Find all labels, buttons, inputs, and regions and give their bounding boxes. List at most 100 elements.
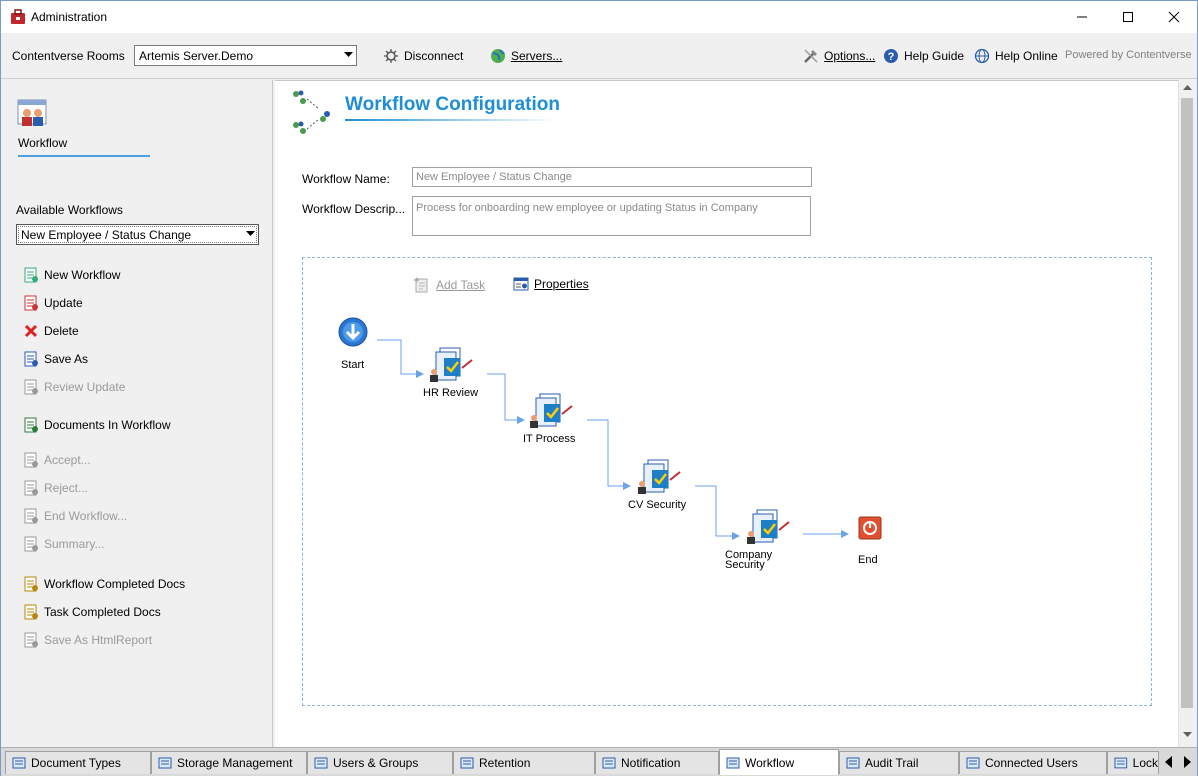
node-it-process-label: IT Process <box>523 433 576 445</box>
action-accept[interactable]: Accept... <box>23 451 91 469</box>
minimize-button[interactable] <box>1059 1 1105 33</box>
tab-scroll-left-icon[interactable] <box>1161 753 1177 771</box>
left-panel: Workflow Available Workflows New Employe… <box>1 80 273 747</box>
tab-icon <box>314 757 328 769</box>
vertical-scrollbar[interactable] <box>1178 80 1195 747</box>
node-it-process[interactable]: IT Process <box>523 392 578 445</box>
help-online-label: Help Online <box>995 49 1058 63</box>
help-icon: ? <box>884 49 898 63</box>
node-hr-review[interactable]: HR Review <box>423 346 478 399</box>
scroll-down-icon[interactable] <box>1183 732 1192 738</box>
action-label: Summary... <box>44 537 105 551</box>
servers-label: Servers... <box>511 49 563 63</box>
action-summary[interactable]: Summary... <box>23 535 104 553</box>
action-label: Reject... <box>44 481 89 495</box>
maximize-button[interactable] <box>1105 1 1151 33</box>
tab-users-groups[interactable]: Users & Groups <box>307 751 453 774</box>
workflow-diagram-canvas[interactable]: Add Task Properties Start HR Review IT P… <box>302 257 1152 706</box>
action-new-workflow[interactable]: New Workflow <box>23 266 120 284</box>
workflow-completed-icon <box>24 576 38 592</box>
action-label: New Workflow <box>44 268 121 282</box>
action-update[interactable]: Update <box>23 294 83 312</box>
update-icon <box>24 295 38 311</box>
task-icon <box>747 509 790 544</box>
maximize-icon <box>1123 12 1133 22</box>
disconnect-button[interactable]: Disconnect <box>383 45 463 67</box>
bottom-tab-bar: Document Types Storage Management Users & … <box>1 747 1197 776</box>
close-button[interactable] <box>1151 1 1197 33</box>
documents-in-workflow-icon <box>24 417 38 433</box>
action-workflow-completed-docs[interactable]: Workflow Completed Docs <box>23 575 185 593</box>
scroll-thumb[interactable] <box>1181 98 1193 708</box>
action-documents-in-workflow[interactable]: Documents In Workflow <box>23 416 171 434</box>
new-workflow-icon <box>24 267 38 283</box>
tab-label: Notification <box>621 756 681 770</box>
node-start-label: Start <box>341 359 365 371</box>
tab-label: Connected Users <box>985 756 1078 770</box>
action-label: End Workflow... <box>44 509 128 523</box>
workflow-description-field[interactable]: Process for onboarding new employee or u… <box>412 196 811 236</box>
toolbar: Contentverse Rooms Artemis Server.Demo D… <box>1 33 1197 79</box>
action-save-as-htmlreport[interactable]: Save As HtmlReport <box>23 631 152 649</box>
help-online-button[interactable]: Help Online <box>974 45 1058 67</box>
tab-label: Lock <box>1132 756 1158 770</box>
html-report-icon <box>24 632 38 648</box>
power-stop-icon <box>858 516 882 540</box>
options-button[interactable]: Options... <box>803 45 875 67</box>
tab-icon <box>726 757 740 768</box>
action-label: Review Update <box>44 380 126 394</box>
action-review-update[interactable]: Review Update <box>23 378 125 396</box>
title-bar: Administration <box>1 1 1197 33</box>
workflow-name-field[interactable]: New Employee / Status Change <box>412 167 812 187</box>
action-task-completed-docs[interactable]: Task Completed Docs <box>23 603 161 621</box>
action-label: Save As HtmlReport <box>44 633 153 647</box>
section-underline <box>18 155 150 157</box>
connector-hr-it <box>487 373 525 424</box>
node-cv-security[interactable]: CV Security <box>628 458 686 511</box>
action-label: Delete <box>44 324 79 338</box>
options-label: Options... <box>824 49 876 63</box>
tab-notification[interactable]: Notification <box>595 751 719 774</box>
tab-workflow[interactable]: Workflow <box>719 749 839 775</box>
tab-label: Document Types <box>31 756 121 770</box>
connector-it-cv <box>587 419 631 490</box>
tab-scroll-right-icon[interactable] <box>1179 753 1195 771</box>
disconnect-label: Disconnect <box>404 49 464 63</box>
tab-label: Audit Trail <box>865 756 919 770</box>
action-save-as[interactable]: Save As <box>23 350 88 368</box>
action-delete[interactable]: Delete <box>23 322 79 340</box>
node-cv-security-label: CV Security <box>628 499 687 511</box>
accept-icon <box>24 452 38 468</box>
scroll-up-icon[interactable] <box>1183 85 1192 91</box>
workflow-config-icon <box>293 90 330 134</box>
close-icon <box>1168 11 1180 23</box>
window-title: Administration <box>31 10 108 24</box>
servers-button[interactable]: Servers... <box>490 45 562 67</box>
tab-document-types[interactable]: Document Types <box>5 751 151 774</box>
workflow-description-label: Workflow Descrip... <box>302 202 406 216</box>
page-title: Workflow Configuration <box>345 94 560 115</box>
disconnect-icon <box>384 49 398 63</box>
save-as-icon <box>24 351 38 367</box>
action-reject[interactable]: Reject... <box>23 479 88 497</box>
chevron-down-icon <box>246 231 255 236</box>
task-icon <box>530 393 573 428</box>
title-underline <box>345 119 557 121</box>
tab-icon <box>966 757 980 769</box>
workflow-select[interactable]: New Employee / Status Change <box>16 224 259 245</box>
node-company-security[interactable]: Company Security <box>725 508 795 571</box>
node-start[interactable]: Start <box>338 317 370 371</box>
action-end-workflow[interactable]: End Workflow... <box>23 507 127 525</box>
tab-label: Workflow <box>745 755 795 770</box>
tab-storage-management[interactable]: Storage Management <box>151 751 307 774</box>
server-select[interactable]: Artemis Server.Demo <box>134 45 357 66</box>
help-guide-button[interactable]: ? Help Guide <box>883 45 964 67</box>
node-end-label: End <box>858 554 878 566</box>
tab-connected-users[interactable]: Connected Users <box>959 751 1107 774</box>
tab-label: Users & Groups <box>333 756 419 770</box>
tab-lock[interactable]: Lock <box>1107 751 1159 774</box>
node-end[interactable]: End <box>856 516 886 566</box>
tab-audit-trail[interactable]: Audit Trail <box>839 751 959 774</box>
tab-icon <box>460 757 474 769</box>
tab-retention[interactable]: Retention <box>453 751 595 774</box>
